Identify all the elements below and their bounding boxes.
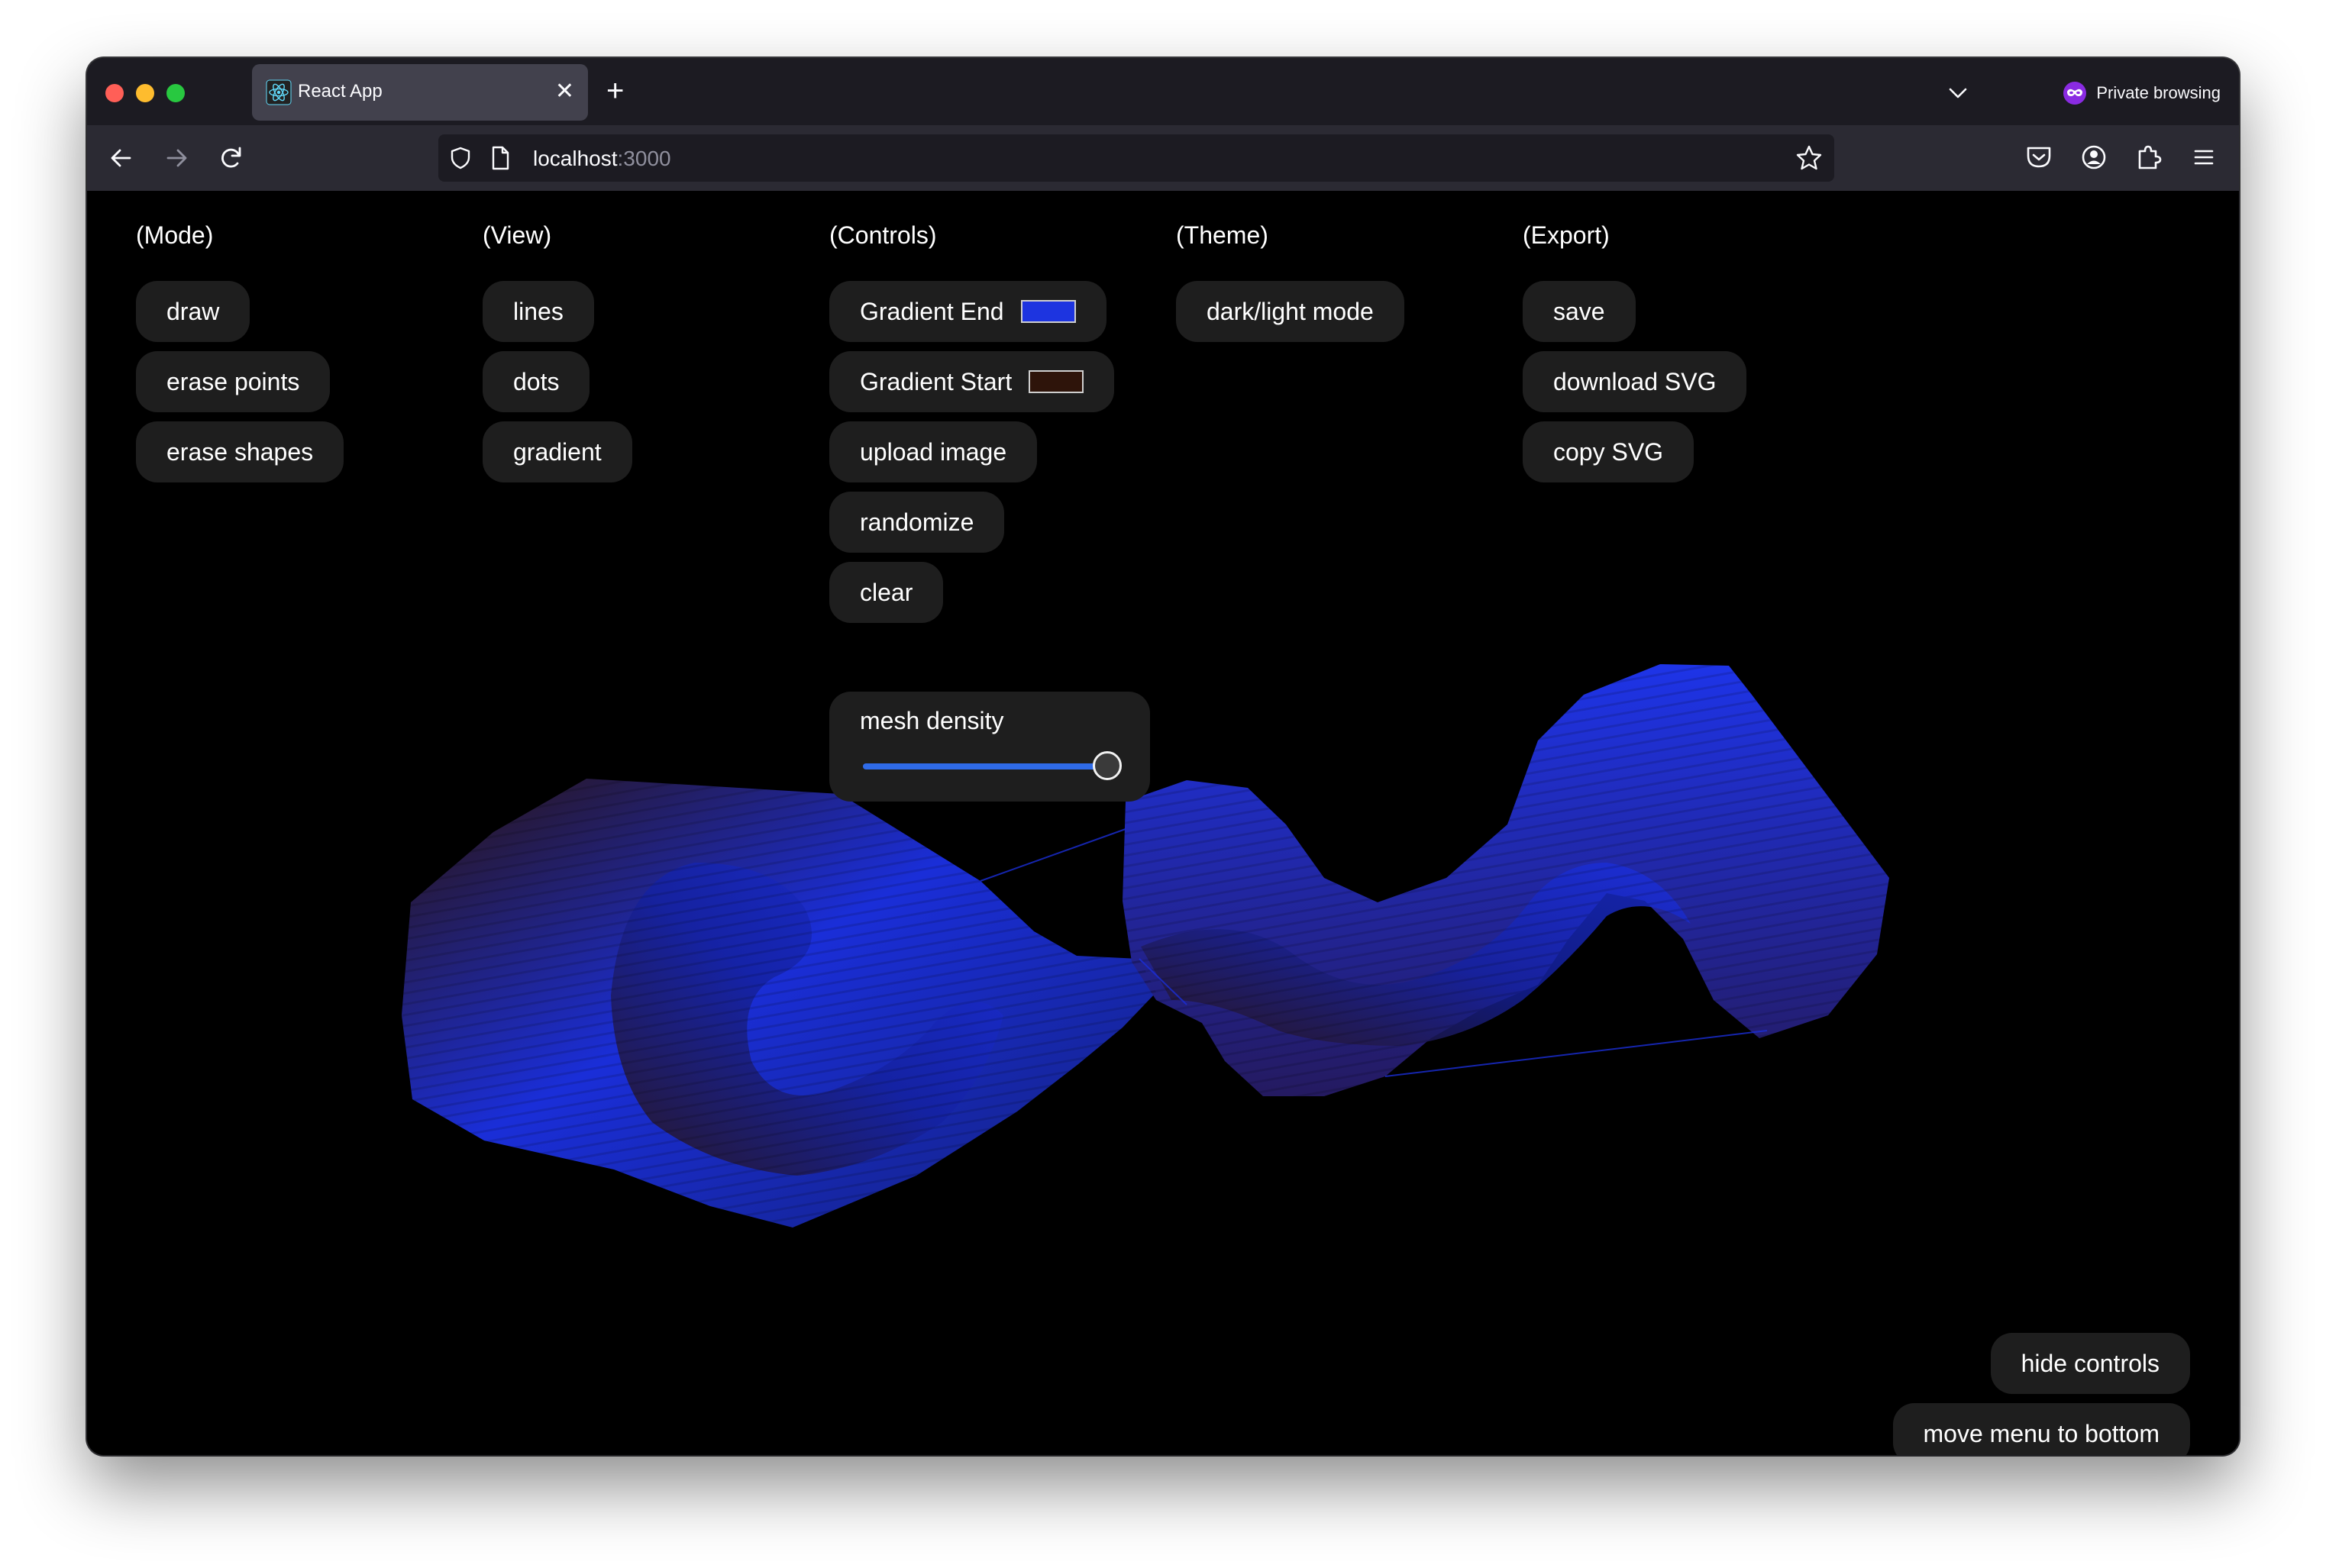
draw-button[interactable]: draw [136,281,250,342]
bookmark-star-icon[interactable] [1795,144,1824,173]
hide-controls-button[interactable]: hide controls [1990,1333,2190,1394]
close-window-button[interactable] [105,84,124,102]
tab-title: React App [298,81,383,102]
maximize-window-button[interactable] [166,84,185,102]
lines-button[interactable]: lines [483,281,594,342]
dark-light-mode-button[interactable]: dark/light mode [1176,281,1404,342]
gradient-start-label: Gradient Start [860,368,1013,395]
export-title: (Export) [1523,221,1610,249]
private-browsing-label: Private browsing [2096,83,2221,102]
controls-title: (Controls) [829,221,937,249]
page-info-icon[interactable] [489,145,512,171]
back-arrow-icon[interactable] [104,140,139,176]
account-icon[interactable] [2077,140,2111,174]
mesh-density-label: mesh density [860,707,1004,734]
extensions-puzzle-icon[interactable] [2132,140,2166,174]
gradient-start-color-swatch[interactable] [1029,369,1084,393]
upload-image-button[interactable]: upload image [829,421,1038,482]
erase-shapes-button[interactable]: erase shapes [136,421,344,482]
navigation-toolbar: localhost:3000 [87,125,2239,191]
save-button[interactable]: save [1523,281,1636,342]
theme-title: (Theme) [1176,221,1268,249]
mesh-canvas[interactable] [87,191,2239,1455]
gradient-end-button[interactable]: Gradient End [829,281,1106,342]
url-text[interactable]: localhost:3000 [533,147,671,171]
close-tab-icon[interactable]: ✕ [555,76,574,107]
tab-react-app[interactable]: React App ✕ [252,64,588,121]
move-menu-to-bottom-button[interactable]: move menu to bottom [1892,1403,2190,1455]
copy-svg-button[interactable]: copy SVG [1523,421,1694,482]
mesh-density-card: mesh density [829,692,1150,802]
minimize-window-button[interactable] [136,84,154,102]
view-title: (View) [483,221,552,249]
private-mask-icon [2063,82,2087,105]
gradient-start-button[interactable]: Gradient Start [829,351,1115,412]
mesh-density-slider-track[interactable] [863,763,1107,769]
mode-title: (Mode) [136,221,214,249]
randomize-button[interactable]: randomize [829,492,1005,553]
react-logo-icon [266,79,292,105]
hamburger-menu-icon[interactable] [2187,140,2221,174]
gradient-end-color-swatch[interactable] [1020,299,1076,323]
app-content: (Mode) draw erase points erase shapes (V… [87,191,2239,1455]
gradient-end-label: Gradient End [860,298,1004,325]
browser-window: React App ✕ + Private browsing localhost… [87,58,2239,1455]
private-browsing-indicator: Private browsing [2063,79,2221,107]
dots-button[interactable]: dots [483,351,590,412]
reload-icon[interactable] [214,140,249,176]
title-bar: React App ✕ + Private browsing [87,58,2239,125]
address-bar[interactable]: localhost:3000 [438,134,1834,182]
erase-points-button[interactable]: erase points [136,351,331,412]
url-port: :3000 [617,147,671,170]
chevron-down-icon[interactable] [1943,78,1973,108]
gradient-button[interactable]: gradient [483,421,632,482]
tracking-shield-icon[interactable] [447,145,473,171]
mesh-density-slider-thumb[interactable] [1093,751,1122,780]
forward-arrow-icon[interactable] [159,140,194,176]
mesh-right-texture [1123,664,1889,1096]
pocket-icon[interactable] [2022,140,2056,174]
clear-button[interactable]: clear [829,562,944,623]
mesh-left-texture [402,779,1156,1228]
new-tab-plus-icon[interactable]: + [606,72,624,110]
url-host: localhost [533,147,618,170]
download-svg-button[interactable]: download SVG [1523,351,1747,412]
